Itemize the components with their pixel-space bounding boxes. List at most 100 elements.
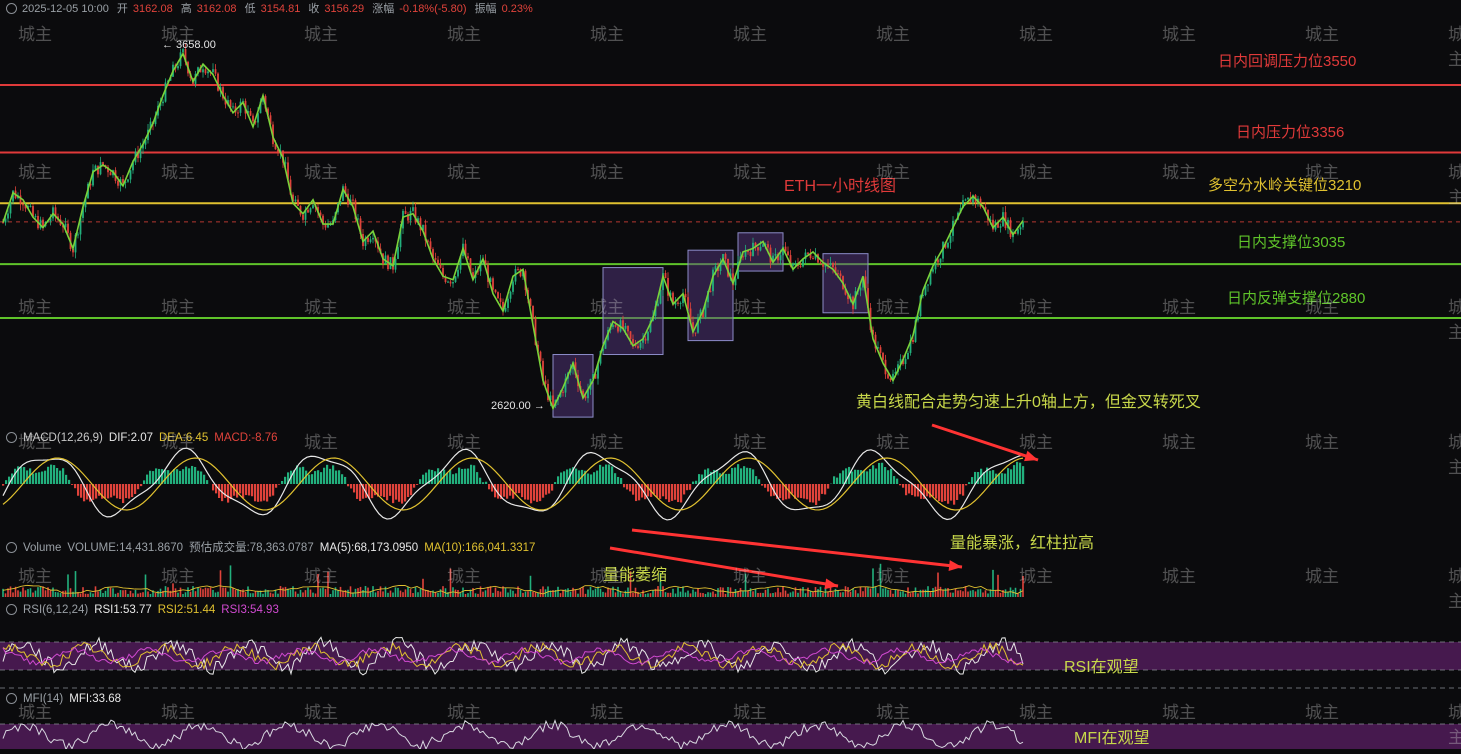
macd-bar [401, 484, 403, 504]
candle-body [630, 331, 632, 339]
macd-bar [890, 469, 892, 484]
macd-bar [56, 468, 58, 484]
watermark-text: 城主 [18, 293, 52, 318]
volume-bar [527, 591, 529, 597]
macd-bar [455, 473, 457, 484]
macd-bar [20, 467, 22, 484]
volume-bar [52, 588, 54, 597]
watermark-text: 城主 [1305, 20, 1339, 45]
volume-bar [855, 590, 857, 597]
macd-bar [440, 472, 442, 484]
volume-bar [227, 592, 229, 597]
macd-bar [869, 469, 871, 484]
macd-bar [200, 471, 202, 484]
volume-bar [140, 593, 142, 597]
candle-body [637, 346, 639, 348]
candle-body [215, 69, 217, 73]
volume-bar [642, 590, 644, 597]
volume-bar [765, 590, 767, 597]
volume-bar [820, 587, 822, 597]
candle-body [405, 211, 407, 214]
volume-bar [130, 591, 132, 597]
watermark-text: 城主 [590, 562, 624, 587]
volume-bar [970, 591, 972, 597]
volume-bar [245, 592, 247, 597]
macd-bar [206, 480, 208, 484]
macd-bar [257, 484, 259, 502]
volume-bar [617, 587, 619, 597]
volume-up-annotation: 量能暴涨，红柱拉高 [950, 529, 1094, 553]
candle-body [840, 273, 842, 276]
volume-bar [790, 592, 792, 597]
volume-bar [557, 587, 559, 597]
macd-bar [53, 465, 55, 484]
rsi-band [0, 642, 1461, 670]
macd-bar [266, 484, 268, 501]
macd-bar [1016, 462, 1018, 484]
macd-bar [824, 484, 826, 494]
volume-bar [200, 588, 202, 597]
macd-bar [767, 484, 769, 492]
volume-bar [415, 587, 417, 597]
macd-bar [935, 484, 937, 499]
candle-body [725, 254, 727, 259]
macd-hist: MACD:-8.76 [214, 432, 277, 444]
chart-stage: 2025-12-05 10:00 开3162.08 高3162.08 低3154… [0, 0, 1461, 749]
macd-bar [65, 475, 67, 484]
volume-bar [845, 586, 847, 597]
volume-bar [362, 590, 364, 597]
watermark-text: 城主 [733, 293, 767, 318]
volume-bar [95, 586, 97, 597]
macd-bar [359, 484, 361, 501]
volume-bar [912, 592, 914, 597]
collapse-icon[interactable] [6, 542, 17, 553]
macd-bar [239, 484, 241, 493]
macd-bar [170, 473, 172, 484]
watermark-text: 城主 [590, 158, 624, 183]
macd-bar [515, 484, 517, 493]
volume-bar [282, 588, 284, 597]
volume-bar [712, 591, 714, 597]
macd-bar [62, 468, 64, 484]
macd-bar [656, 484, 658, 497]
macd-bar [527, 484, 529, 500]
macd-bar [686, 484, 688, 490]
volume-bar [687, 591, 689, 597]
volume-bar [937, 573, 939, 597]
volume-bar [122, 590, 124, 597]
candle-body [42, 220, 44, 227]
volume-bar [50, 590, 52, 597]
collapse-icon[interactable] [6, 604, 17, 615]
macd-bar [614, 473, 616, 484]
macd-bar [545, 484, 547, 495]
volume-bar [440, 589, 442, 597]
macd-bar [470, 465, 472, 484]
macd-bar [521, 484, 523, 497]
collapse-icon[interactable] [6, 693, 17, 704]
volume-bar [632, 593, 634, 597]
macd-bar [476, 472, 478, 484]
volume-bar [580, 589, 582, 597]
macd-bar [575, 469, 577, 484]
candle-body [887, 374, 889, 378]
macd-bar [839, 473, 841, 484]
volume-bar [992, 570, 994, 597]
candle-body [927, 284, 929, 285]
volume-bar [827, 592, 829, 597]
candle-body [760, 247, 762, 251]
volume-bar [332, 590, 334, 597]
volume-bar [147, 591, 149, 597]
volume-bar [482, 592, 484, 597]
volume-bar [742, 591, 744, 597]
macd-bar [668, 484, 670, 502]
collapse-icon[interactable] [6, 3, 17, 14]
macd-bar [608, 464, 610, 484]
volume-bar [672, 589, 674, 597]
collapse-icon[interactable] [6, 432, 17, 443]
macd-bar [899, 484, 901, 485]
volume-bar [910, 593, 912, 597]
candle-body [695, 332, 697, 333]
volume-bar [350, 586, 352, 597]
macd-bar [518, 484, 520, 493]
rsi-annotation: RSI在观望 [1064, 653, 1139, 677]
